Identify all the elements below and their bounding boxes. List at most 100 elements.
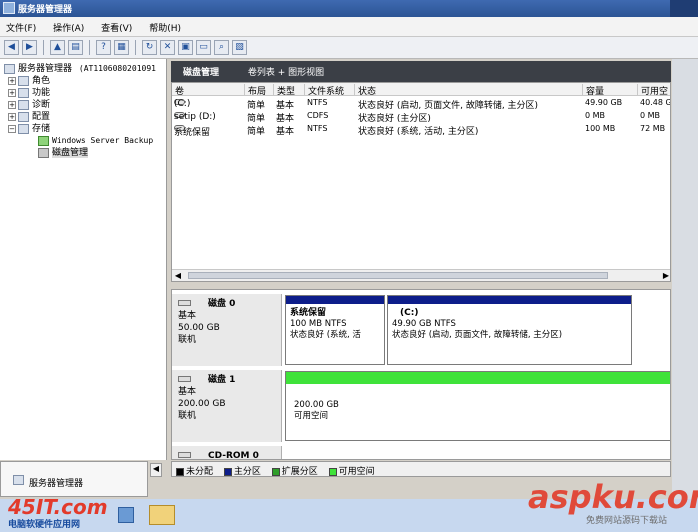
menu-action[interactable]: 操作(A) — [53, 24, 84, 34]
forward-icon[interactable]: ▶ — [22, 40, 37, 55]
watermark-text: aspku.com — [528, 478, 698, 516]
up-icon[interactable]: ▲ — [50, 40, 65, 55]
tree-item-storage[interactable]: − 存储 — [0, 123, 166, 135]
show-tree-icon[interactable]: ▤ — [68, 40, 83, 55]
disk-state: 联机 — [178, 411, 197, 421]
horizontal-scrollbar[interactable]: ◀ ▶ — [172, 269, 670, 281]
toolbar-separator — [43, 40, 44, 55]
scroll-left-button[interactable]: ◀ — [150, 463, 162, 477]
taskbar-app-icon[interactable] — [118, 507, 134, 523]
taskbar-button-label: 服务器管理器 — [29, 479, 84, 489]
column-header-filesystem[interactable]: 文件系统 — [304, 84, 344, 97]
legend-swatch — [176, 467, 184, 476]
watermark-logo-45it: 45IT.com 电脑软硬件应用网 — [8, 495, 108, 530]
backup-icon — [38, 135, 49, 146]
legend: 未分配 主分区 扩展分区 可用空间 — [171, 461, 671, 477]
toolbar-separator — [89, 40, 90, 55]
cell-filesystem: NTFS — [307, 124, 328, 133]
open-icon[interactable]: ▭ — [196, 40, 211, 55]
help-icon[interactable]: ? — [96, 40, 111, 55]
delete-icon[interactable]: ✕ — [160, 40, 175, 55]
column-header-free[interactable]: 可用空 — [637, 84, 668, 97]
disk-size: 200.00 GB — [178, 399, 226, 409]
cell-free: 0 MB — [640, 111, 661, 120]
disk-0-info[interactable]: 磁盘 0 基本 50.00 GB 联机 — [172, 294, 282, 366]
tree-item-server-manager[interactable]: 服务器管理器 (AT1106080201091 — [0, 63, 166, 75]
tree-item-roles[interactable]: + 角色 — [0, 75, 166, 87]
expand-icon[interactable]: + — [8, 76, 16, 85]
partition-detail: 49.90 GB NTFS — [392, 319, 456, 329]
expand-icon[interactable]: + — [8, 112, 16, 121]
partition-status: 状态良好 (启动, 页面文件, 故障转储, 主分区) — [392, 330, 563, 340]
cell-free: 40.48 G — [640, 98, 671, 107]
collapse-icon[interactable]: − — [8, 124, 16, 133]
partition-free-space[interactable]: 200.00 GB 可用空间 — [285, 371, 670, 441]
cell-capacity: 100 MB — [585, 124, 616, 133]
menu-file[interactable]: 文件(F) — [6, 24, 36, 34]
watermark-logo-aspku: aspku.com 免费网站源码下载站 — [520, 478, 698, 528]
table-row[interactable]: (C:) 简单 基本 NTFS 状态良好 (启动, 页面文件, 故障转储, 主分… — [172, 97, 671, 111]
toolbar-separator — [135, 40, 136, 55]
pane-header: 磁盘管理 卷列表 + 图形视图 — [171, 61, 671, 82]
navigation-tree: 服务器管理器 (AT1106080201091 + 角色 + 功能 + 诊断 + 配置 … — [0, 59, 167, 460]
legend-swatch — [328, 467, 337, 476]
legend-item: 可用空间 — [328, 467, 375, 477]
tree-item-disk-management[interactable]: 磁盘管理 — [0, 147, 166, 159]
disk-management-icon — [38, 147, 49, 158]
expand-icon[interactable]: + — [8, 100, 16, 109]
column-header-volume[interactable]: 卷 — [172, 84, 184, 97]
disk-kind: 基本 — [178, 311, 197, 321]
partition-c[interactable]: (C:) 49.90 GB NTFS 状态良好 (启动, 页面文件, 故障转储,… — [387, 295, 632, 365]
primary-partition-bar — [388, 296, 631, 304]
roles-icon — [18, 75, 29, 86]
menu-view[interactable]: 查看(V) — [101, 24, 132, 34]
cell-type: 基本 — [276, 127, 295, 137]
configuration-icon — [18, 111, 29, 122]
folder-icon[interactable] — [149, 505, 175, 525]
window-title-bar: 服务器管理器 — [0, 0, 698, 17]
scroll-left-icon[interactable]: ◀ — [172, 270, 184, 281]
tree-item-diagnostics[interactable]: + 诊断 — [0, 99, 166, 111]
cdrom-0-info[interactable]: CD-ROM 0 — [172, 446, 282, 459]
disk-name: 磁盘 1 — [208, 375, 236, 385]
features-icon — [18, 87, 29, 98]
cell-volume: 系统保留 — [174, 128, 211, 138]
tree-item-windows-server-backup[interactable]: Windows Server Backup — [0, 135, 166, 147]
back-icon[interactable]: ◀ — [4, 40, 19, 55]
scrollbar-thumb[interactable] — [188, 272, 608, 279]
disk-icon — [178, 300, 191, 306]
cell-filesystem: NTFS — [307, 98, 328, 107]
toolbar: ◀ ▶ ▲ ▤ ? ▦ ↻ ✕ ▣ ▭ ⌕ ▧ — [0, 37, 698, 59]
legend-item: 主分区 — [223, 467, 261, 477]
disk-size: 50.00 GB — [178, 323, 220, 333]
menu-help[interactable]: 帮助(H) — [149, 24, 181, 34]
server-manager-icon — [3, 2, 15, 14]
cell-layout: 简单 — [247, 127, 266, 137]
table-row[interactable]: 系统保留 简单 基本 NTFS 状态良好 (系统, 活动, 主分区) 100 M… — [172, 123, 670, 138]
server-icon — [13, 475, 24, 485]
column-header-capacity[interactable]: 容量 — [582, 84, 604, 97]
tree-item-configuration[interactable]: + 配置 — [0, 111, 166, 123]
pane-title: 磁盘管理 — [183, 68, 220, 78]
expand-icon[interactable]: + — [8, 88, 16, 97]
search-icon[interactable]: ⌕ — [214, 40, 229, 55]
disk-name: 磁盘 0 — [208, 299, 236, 309]
cell-filesystem: CDFS — [307, 111, 329, 120]
taskbar-button-server-manager[interactable]: 服务器管理器 — [0, 461, 148, 497]
refresh-icon[interactable]: ↻ — [142, 40, 157, 55]
disk-1-info[interactable]: 磁盘 1 基本 200.00 GB 联机 — [172, 370, 282, 442]
tree-item-features[interactable]: + 功能 — [0, 87, 166, 99]
scroll-right-icon[interactable]: ▶ — [660, 270, 670, 281]
export-icon[interactable]: ▧ — [232, 40, 247, 55]
column-header-type[interactable]: 类型 — [273, 84, 295, 97]
column-header-layout[interactable]: 布局 — [244, 84, 266, 97]
table-row[interactable]: setip (D:) 简单 基本 CDFS 状态良好 (主分区) 0 MB 0 … — [172, 110, 670, 124]
storage-icon — [18, 123, 29, 134]
partition-system-reserved[interactable]: 系统保留 100 MB NTFS 状态良好 (系统, 活 — [285, 295, 385, 365]
partition-status: 状态良好 (系统, 活 — [290, 330, 361, 340]
column-header-status[interactable]: 状态 — [354, 84, 376, 97]
cell-capacity: 0 MB — [585, 111, 606, 120]
settings-icon[interactable]: ▣ — [178, 40, 193, 55]
properties-icon[interactable]: ▦ — [114, 40, 129, 55]
partition-detail: 200.00 GB — [294, 400, 339, 410]
